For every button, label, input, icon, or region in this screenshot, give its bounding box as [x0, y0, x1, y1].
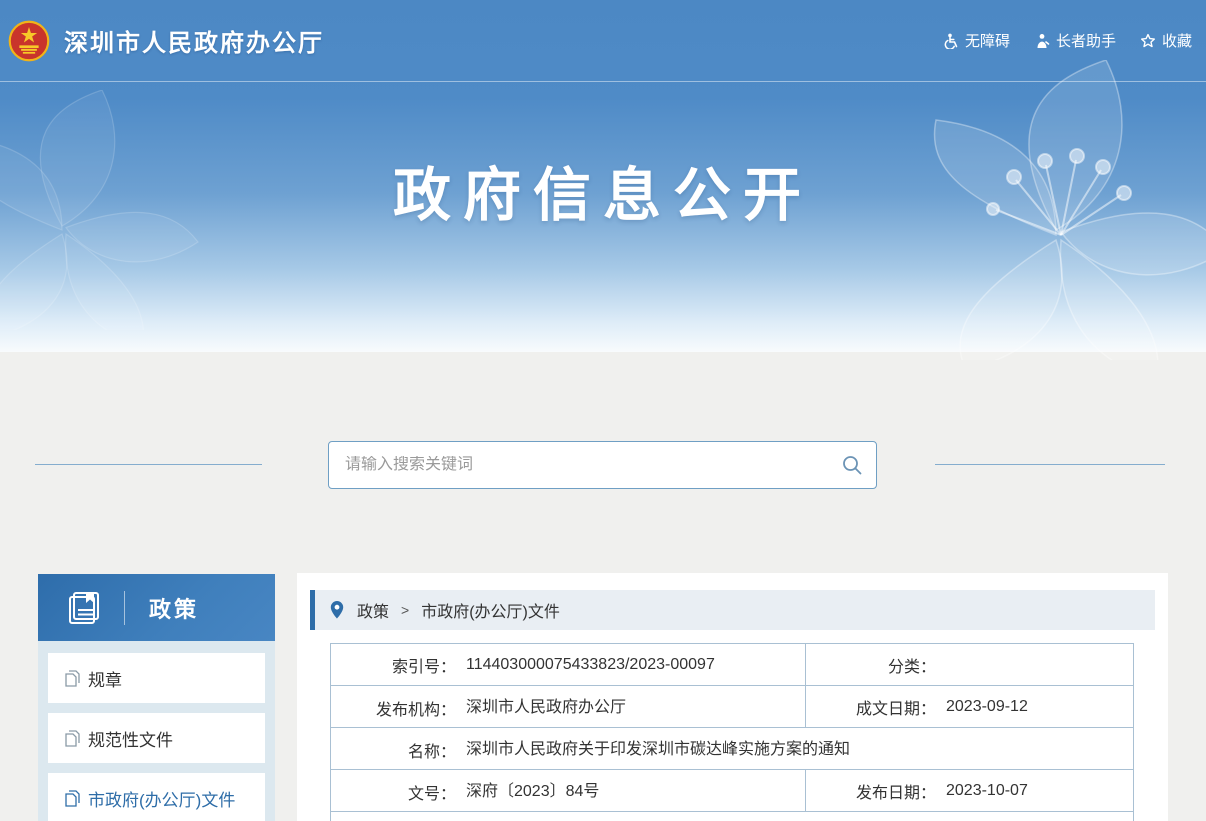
- page: 深圳市人民政府办公厅 无障碍: [0, 0, 1206, 821]
- page-title: 政府信息公开: [0, 148, 1206, 232]
- cell-issuing-agency: 发布机构： 深圳市人民政府办公厅: [331, 686, 806, 728]
- field-label: 成文日期：: [806, 695, 936, 719]
- document-meta-table: 索引号： 114403000075433823/2023-00097 分类： 发布…: [330, 643, 1134, 821]
- accessibility-label: 无障碍: [965, 30, 1010, 51]
- field-label: 名称：: [331, 738, 456, 762]
- elder-helper-link[interactable]: 长者助手: [1034, 30, 1116, 51]
- field-value: 深圳市人民政府关于印发深圳市碳达峰实施方案的通知: [466, 741, 850, 758]
- favorite-link[interactable]: 收藏: [1140, 30, 1192, 51]
- sidebar-item-normative-documents[interactable]: 规范性文件: [48, 713, 265, 763]
- breadcrumb-accent-bar: [310, 590, 315, 630]
- cell-category: 分类：: [806, 644, 1134, 686]
- book-icon: [64, 588, 104, 628]
- sidebar-item-municipal-government-documents[interactable]: 市政府(办公厅)文件: [48, 773, 265, 821]
- sidebar-item-label: 规章: [88, 666, 122, 691]
- field-label: 文号：: [331, 780, 456, 804]
- sidebar-item-label: 规范性文件: [88, 726, 173, 751]
- site-title: 深圳市人民政府办公厅: [64, 23, 324, 58]
- field-label: 发布日期：: [806, 779, 936, 803]
- sidebar: 政策 规章 规范性文件: [38, 574, 275, 821]
- cell-index-number: 索引号： 114403000075433823/2023-00097: [331, 644, 806, 686]
- accessibility-link[interactable]: 无障碍: [943, 30, 1010, 51]
- sidebar-menu: 规章 规范性文件 市政府(办公厅)文件: [38, 641, 275, 821]
- right-divider-line: [935, 464, 1165, 465]
- breadcrumb-item-current: 市政府(办公厅)文件: [421, 598, 560, 622]
- cell-document-number: 文号： 深府〔2023〕84号: [331, 770, 806, 812]
- cell-document-name: 名称： 深圳市人民政府关于印发深圳市碳达峰实施方案的通知: [331, 728, 1134, 770]
- sidebar-header-divider: [124, 591, 125, 625]
- wheelchair-icon: [943, 33, 959, 49]
- top-bar: 深圳市人民政府办公厅 无障碍: [0, 0, 1206, 82]
- top-links: 无障碍 长者助手 收藏: [943, 30, 1192, 51]
- search-icon: [841, 454, 863, 476]
- hero-banner: 深圳市人民政府办公厅 无障碍: [0, 0, 1206, 352]
- sidebar-title: 政策: [149, 592, 199, 624]
- field-label: 索引号：: [331, 653, 456, 677]
- left-divider-line: [35, 464, 262, 465]
- location-pin-icon: [329, 600, 345, 620]
- field-label: 发布机构：: [331, 696, 456, 720]
- field-value: 深府〔2023〕84号: [466, 783, 599, 800]
- field-value: 114403000075433823/2023-00097: [466, 656, 715, 673]
- favorite-label: 收藏: [1162, 30, 1192, 51]
- table-row: 索引号： 114403000075433823/2023-00097 分类：: [331, 644, 1134, 686]
- sidebar-header: 政策: [38, 574, 275, 641]
- field-value: 深圳市人民政府办公厅: [466, 699, 626, 716]
- breadcrumb-separator: >: [401, 602, 409, 618]
- brand: 深圳市人民政府办公厅: [8, 20, 324, 62]
- field-value: 2023-10-07: [946, 782, 1028, 799]
- elder-helper-label: 长者助手: [1056, 30, 1116, 51]
- cell-publish-date: 发布日期： 2023-10-07: [806, 770, 1134, 812]
- cell-partial-row: [331, 812, 1134, 821]
- table-row: 名称： 深圳市人民政府关于印发深圳市碳达峰实施方案的通知: [331, 728, 1134, 770]
- field-label: 分类：: [806, 653, 936, 677]
- search-button[interactable]: [828, 442, 876, 488]
- document-icon: [65, 670, 80, 687]
- document-icon: [65, 730, 80, 747]
- table-row: [331, 812, 1134, 821]
- document-icon: [65, 790, 80, 807]
- field-value: 2023-09-12: [946, 698, 1028, 715]
- cell-issue-date: 成文日期： 2023-09-12: [806, 686, 1134, 728]
- breadcrumb-item-policy[interactable]: 政策: [357, 598, 389, 622]
- sidebar-item-regulations[interactable]: 规章: [48, 653, 265, 703]
- sidebar-item-label: 市政府(办公厅)文件: [88, 786, 235, 811]
- national-emblem-logo: [8, 20, 50, 62]
- elder-helper-icon: [1034, 33, 1050, 49]
- table-row: 发布机构： 深圳市人民政府办公厅 成文日期： 2023-09-12: [331, 686, 1134, 728]
- search-box: [328, 441, 877, 489]
- search-input[interactable]: [329, 456, 828, 474]
- star-icon: [1140, 33, 1156, 49]
- content-panel: 政策 > 市政府(办公厅)文件 索引号： 114403000075433823/2…: [297, 573, 1168, 821]
- breadcrumb: 政策 > 市政府(办公厅)文件: [310, 590, 1155, 630]
- table-row: 文号： 深府〔2023〕84号 发布日期： 2023-10-07: [331, 770, 1134, 812]
